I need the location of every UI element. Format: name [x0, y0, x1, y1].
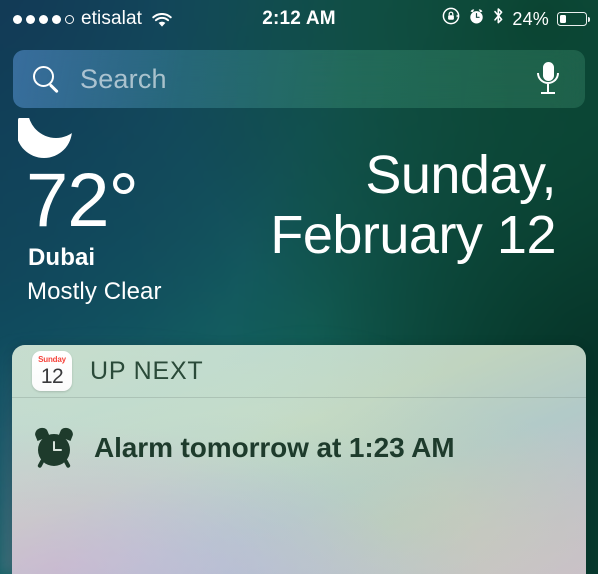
up-next-widget-card[interactable]: Sunday 12 UP NEXT Alarm tomorrow at 1:23…: [12, 345, 586, 574]
search-icon: [33, 65, 60, 93]
search-input-placeholder[interactable]: Search: [80, 64, 167, 95]
microphone-icon[interactable]: [537, 62, 559, 96]
alarm-clock-icon: [33, 425, 75, 469]
date-weekday: Sunday,: [365, 145, 556, 205]
weather-city: Dubai: [28, 243, 96, 271]
crescent-moon-icon: [18, 118, 72, 164]
battery-icon: [557, 12, 591, 26]
weather-temperature: 72°: [26, 158, 139, 243]
up-next-title: UP NEXT: [90, 356, 204, 385]
battery-fill: [559, 14, 566, 24]
up-next-item-alarm[interactable]: Alarm tomorrow at 1:23 AM: [12, 398, 586, 498]
calendar-icon-day: 12: [40, 365, 64, 388]
date-monthday: February 12: [270, 205, 556, 265]
up-next-header[interactable]: Sunday 12 UP NEXT: [12, 345, 586, 397]
calendar-icon-weekday: Sunday: [38, 355, 66, 364]
date-display: Sunday, February 12: [270, 148, 556, 262]
alarm-item-text: Alarm tomorrow at 1:23 AM: [94, 432, 455, 463]
status-bar: etisalat 2:12 AM 24%: [0, 0, 598, 38]
ios-spotlight-today-view: etisalat 2:12 AM 24% Search 72° Dubai Mo…: [0, 0, 598, 574]
status-bar-clock: 2:12 AM: [262, 8, 336, 29]
search-bar[interactable]: Search: [13, 50, 585, 108]
weather-widget[interactable]: 72° Dubai Mostly Clear: [14, 118, 162, 306]
weather-condition: Mostly Clear: [27, 277, 162, 305]
calendar-app-icon[interactable]: Sunday 12: [32, 351, 72, 391]
